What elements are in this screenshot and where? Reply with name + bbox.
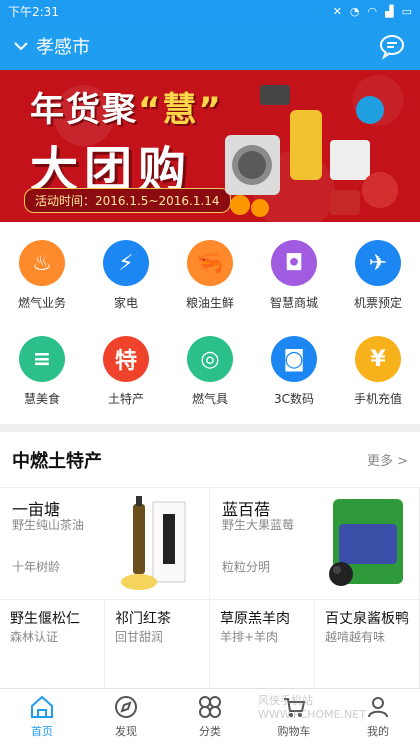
tea-oil-image bbox=[121, 496, 186, 590]
service-item[interactable]: ✈ 机票预定 bbox=[336, 222, 420, 312]
tab-label: 发现 bbox=[115, 725, 137, 738]
product-sub: 粒粒分明 bbox=[222, 560, 271, 574]
airplane-icon: ✈ bbox=[355, 240, 401, 286]
tab-label: 分类 bbox=[199, 725, 221, 738]
product-desc: 森林认证 bbox=[10, 630, 59, 644]
alarm-icon: ◔ bbox=[349, 4, 360, 18]
service-label: 土特产 bbox=[107, 392, 144, 406]
city-selector[interactable]: 孝感市 bbox=[14, 33, 378, 59]
service-item[interactable]: ≡ 慧美食 bbox=[0, 318, 84, 408]
product-desc: 野生大果蓝莓 bbox=[222, 518, 295, 532]
mute-icon: ✕ bbox=[332, 4, 342, 18]
product-desc: 回甘甜润 bbox=[115, 630, 164, 644]
tab-label: 首页 bbox=[31, 725, 53, 738]
service-item[interactable]: 特土特产 bbox=[84, 318, 168, 408]
product-desc: 羊排+羊肉 bbox=[220, 630, 279, 644]
phone-recharge-icon: ¥ bbox=[355, 336, 401, 382]
tab-label: 购物车 bbox=[277, 725, 311, 738]
watermark: 风侠手机站 WWW.PCHOME.NET bbox=[258, 694, 366, 721]
service-item[interactable]: ♨ 燃气业务 bbox=[0, 222, 84, 312]
service-label: 燃气业务 bbox=[17, 296, 66, 310]
product-card[interactable]: 一亩塘 野生纯山茶油 十年树龄 bbox=[0, 488, 210, 600]
product-card[interactable]: 祁门红茶 回甘甜润 bbox=[105, 600, 210, 688]
product-sub: 十年树龄 bbox=[12, 560, 61, 574]
service-item[interactable]: ¥ 手机充值 bbox=[336, 318, 420, 408]
app-header: 孝感市 bbox=[0, 22, 420, 70]
product-card[interactable]: 蓝百蓓 野生大果蓝莓 粒粒分明 bbox=[210, 488, 420, 600]
product-card[interactable]: 草原羔羊肉 羊排+羊肉 bbox=[210, 600, 315, 688]
tab-home[interactable]: 首页 bbox=[0, 689, 84, 744]
product-list: 野生偃松仁 森林认证 祁门红茶 回甘甜润 草原羔羊肉 羊排+羊肉 百丈泉酱板鸭 … bbox=[0, 600, 420, 688]
city-name: 孝感市 bbox=[36, 37, 90, 58]
blueberry-image bbox=[329, 499, 403, 586]
more-link[interactable]: 更多 > bbox=[367, 450, 408, 469]
tab-category[interactable]: 分类 bbox=[168, 689, 252, 744]
banner-title: 年货聚“慧” bbox=[30, 82, 223, 131]
service-label: 家电 bbox=[113, 296, 138, 310]
service-label: 燃气具 bbox=[191, 392, 228, 406]
service-item[interactable]: ⚡ 家电 bbox=[84, 222, 168, 312]
section-header: 中燃土特产 更多 > bbox=[0, 432, 420, 488]
service-label: 智慧商城 bbox=[269, 296, 318, 310]
section-title: 中燃土特产 bbox=[12, 450, 102, 472]
service-label: 慧美食 bbox=[23, 392, 60, 406]
specialty-section: 中燃土特产 更多 > 一亩塘 野生纯山茶油 十年树龄 蓝百蓓 野生大果蓝莓 粒粒… bbox=[0, 432, 420, 688]
service-grid: ♨ 燃气业务 ⚡ 家电 🦐 粮油生鲜 ◘ 智慧商城 ✈ 机票预定 ≡ 慧美食 特土特产 ◎ 燃气具 ◙ 3C数码… bbox=[0, 222, 420, 424]
service-label: 3C数码 bbox=[273, 392, 314, 406]
message-icon[interactable] bbox=[378, 32, 406, 60]
home-icon bbox=[31, 695, 53, 718]
banner-title-text: 年货聚 bbox=[30, 90, 138, 130]
battery-icon: ▭ bbox=[401, 4, 412, 18]
featured-products: 一亩塘 野生纯山茶油 十年树龄 蓝百蓓 野生大果蓝莓 粒粒分明 bbox=[0, 488, 420, 600]
product-name: 祁门红茶 bbox=[115, 611, 171, 627]
product-name: 百丈泉酱板鸭 bbox=[325, 611, 409, 627]
shopping-bag-icon: ◘ bbox=[271, 240, 317, 286]
service-item[interactable]: ◘ 智慧商城 bbox=[252, 222, 336, 312]
tab-label: 我的 bbox=[367, 725, 389, 738]
product-name: 野生偃松仁 bbox=[10, 611, 80, 627]
banner-title-highlight: “慧” bbox=[138, 90, 223, 130]
chevron-down-icon bbox=[14, 42, 28, 51]
product-card[interactable]: 百丈泉酱板鸭 越啃越有味 bbox=[315, 600, 420, 688]
service-label: 机票预定 bbox=[353, 296, 402, 310]
product-desc: 野生纯山茶油 bbox=[12, 518, 85, 532]
shrimp-icon: 🦐 bbox=[187, 240, 233, 286]
specialty-icon: 特 bbox=[103, 336, 149, 382]
category-icon bbox=[199, 696, 221, 718]
wifi-icon: ◠ bbox=[367, 4, 378, 18]
camera-icon: ◙ bbox=[271, 336, 317, 382]
status-time: 下午2:31 bbox=[8, 4, 59, 19]
product-desc: 越啃越有味 bbox=[325, 630, 386, 644]
status-bar: 下午2:31 ✕ ◔ ◠ ▟ ▭ bbox=[0, 0, 420, 22]
promo-banner[interactable]: 年货聚“慧” 大团购 活动时间：2016.1.5~2016.1.14 bbox=[0, 70, 420, 222]
tab-discover[interactable]: 发现 bbox=[84, 689, 168, 744]
service-item[interactable]: ◙ 3C数码 bbox=[252, 318, 336, 408]
service-item[interactable]: ◎ 燃气具 bbox=[168, 318, 252, 408]
status-icons: ✕ ◔ ◠ ▟ ▭ bbox=[333, 5, 412, 18]
plug-icon: ⚡ bbox=[103, 240, 149, 286]
flame-icon: ♨ bbox=[19, 240, 65, 286]
product-name: 草原羔羊肉 bbox=[220, 611, 290, 627]
banner-date: 活动时间：2016.1.5~2016.1.14 bbox=[24, 188, 231, 213]
service-item[interactable]: 🦐 粮油生鲜 bbox=[168, 222, 252, 312]
banner-goods-image bbox=[225, 85, 398, 217]
service-label: 手机充值 bbox=[353, 392, 402, 406]
signal-icon: ▟ bbox=[385, 4, 394, 18]
compass-icon bbox=[115, 696, 137, 718]
product-card[interactable]: 野生偃松仁 森林认证 bbox=[0, 600, 105, 688]
service-label: 粮油生鲜 bbox=[185, 296, 234, 310]
stove-icon: ◎ bbox=[187, 336, 233, 382]
burger-icon: ≡ bbox=[19, 336, 65, 382]
